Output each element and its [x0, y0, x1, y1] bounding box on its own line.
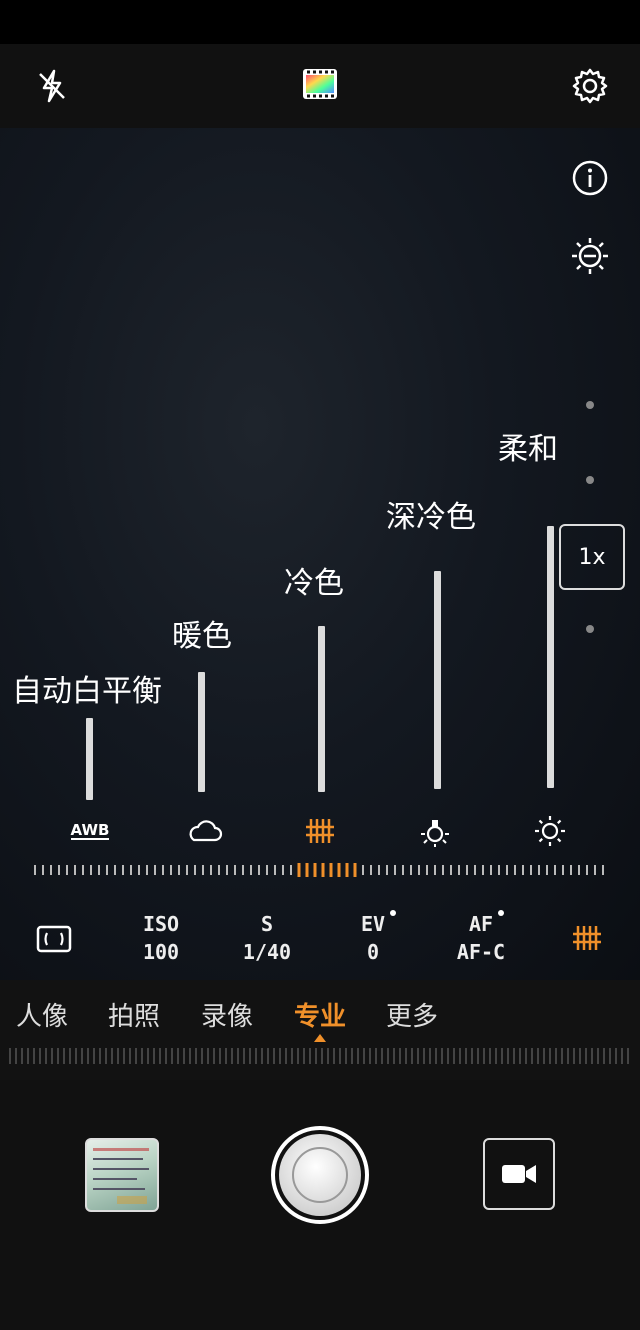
mode-video[interactable]: 录像 [201, 996, 253, 1033]
viewfinder[interactable]: 1x 自动白平衡 暖色 冷色 深冷色 柔和 AWB [0, 128, 640, 980]
top-toolbar [0, 44, 640, 128]
flash-off-icon[interactable] [32, 66, 72, 106]
gallery-thumbnail[interactable] [85, 1138, 159, 1212]
awb-icon[interactable]: AWB [70, 813, 110, 849]
mode-more[interactable]: 更多 [386, 996, 438, 1033]
brightness-minus-icon[interactable] [570, 236, 610, 276]
filter-color-icon[interactable] [302, 68, 338, 100]
wb-bar-auto [86, 718, 93, 800]
active-mode-indicator [314, 1034, 326, 1042]
iso-param[interactable]: ISO 100 [121, 912, 201, 964]
wb-slider[interactable] [34, 862, 606, 878]
shutter-param[interactable]: S 1/40 [227, 912, 307, 964]
wb-label-soft[interactable]: 柔和 [498, 424, 558, 468]
status-bar [0, 0, 640, 44]
video-camera-icon[interactable] [483, 1138, 555, 1210]
zoom-indicator-dot [586, 401, 594, 409]
ev-adjusted-dot [390, 910, 396, 916]
wb-label-warm[interactable]: 暖色 [172, 611, 232, 655]
af-adjusted-dot [498, 910, 504, 916]
cloud-icon[interactable] [184, 813, 224, 849]
zoom-button[interactable]: 1x [559, 524, 625, 590]
incandescent-bulb-icon[interactable] [415, 813, 455, 849]
wb-label-deep-cool[interactable]: 深冷色 [386, 492, 476, 536]
wb-bar-warm [198, 672, 205, 792]
metering-icon[interactable] [36, 924, 72, 954]
wb-bar-deep-cool [434, 571, 441, 789]
wb-label-auto[interactable]: 自动白平衡 [12, 666, 162, 710]
mode-ruler[interactable] [8, 1046, 632, 1066]
info-icon[interactable] [570, 158, 610, 198]
mode-pro[interactable]: 专业 [294, 996, 346, 1033]
ev-param[interactable]: EV 0 [333, 912, 413, 964]
wb-bar-soft [547, 526, 554, 788]
af-param[interactable]: AF AF-C [441, 912, 521, 964]
wb-label-cool[interactable]: 冷色 [284, 558, 344, 602]
zoom-indicator-dot [586, 476, 594, 484]
fluorescent-icon[interactable] [300, 813, 340, 849]
zoom-indicator-dot [586, 625, 594, 633]
sun-icon[interactable] [530, 813, 570, 849]
mode-selector: 人像 拍照 录像 专业 更多 [0, 980, 640, 1080]
wb-bar-cool [318, 626, 325, 792]
mode-portrait[interactable]: 人像 [16, 996, 68, 1033]
shutter-button[interactable] [270, 1125, 370, 1225]
wb-param-icon[interactable] [570, 922, 604, 954]
gear-icon[interactable] [570, 66, 610, 106]
mode-photo[interactable]: 拍照 [108, 996, 160, 1033]
bottom-controls [0, 1080, 640, 1330]
zoom-label: 1x [578, 544, 606, 570]
